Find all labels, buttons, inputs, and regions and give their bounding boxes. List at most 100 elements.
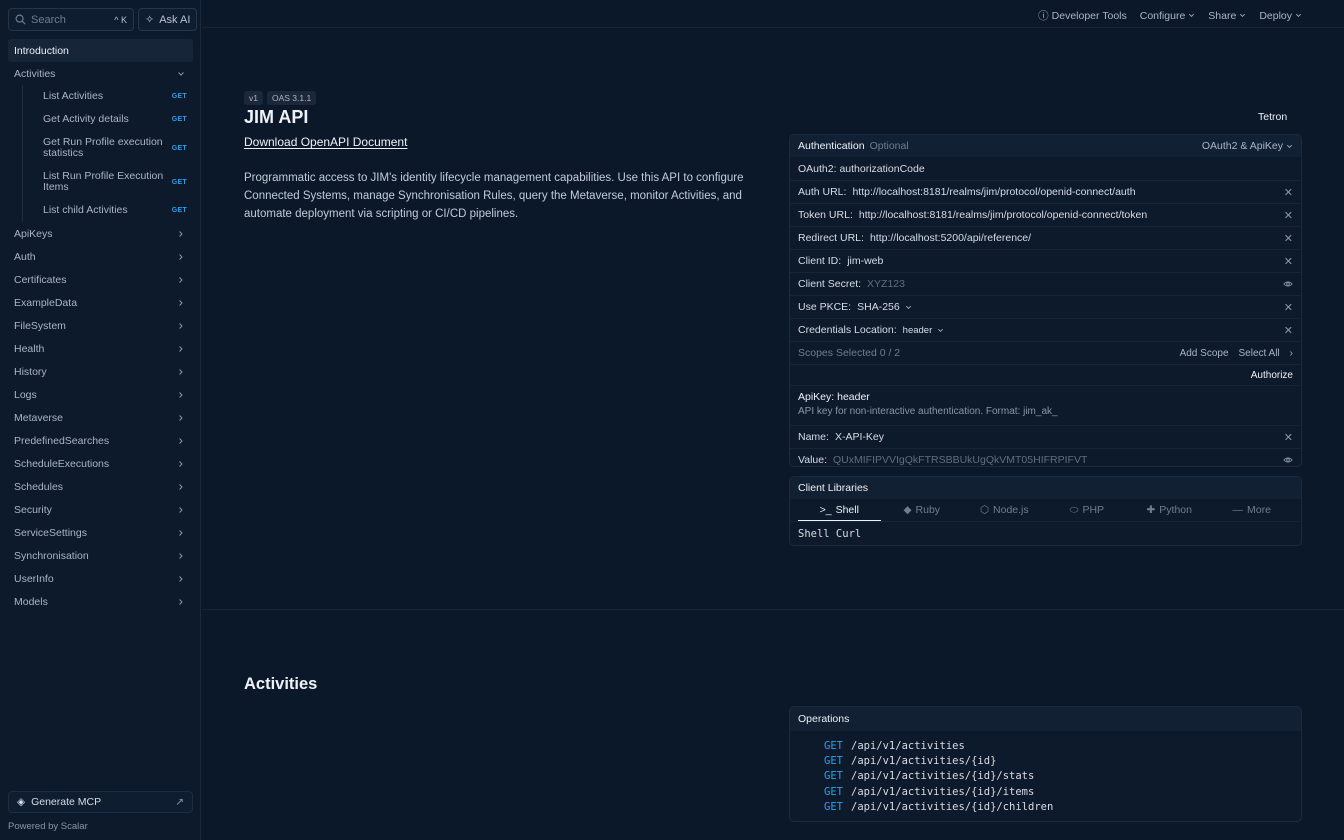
operation-link[interactable]: GET /api/v1/activities/{id}/stats: [824, 770, 1301, 785]
sidebar-subitem-label: List Run Profile Execution Items: [43, 170, 164, 193]
sidebar-item-label: ServiceSettings: [14, 526, 87, 539]
sidebar-item-metaverse[interactable]: Metaverse: [8, 406, 193, 429]
operations-list: GET /api/v1/activities GET /api/v1/activ…: [790, 731, 1301, 816]
chevron-right-icon[interactable]: ›: [1290, 348, 1293, 359]
server-selector[interactable]: Tetron: [1258, 111, 1287, 123]
sidebar-subitem-list-activities[interactable]: List Activities GET: [22, 85, 193, 108]
authorize-button[interactable]: Authorize: [1251, 370, 1293, 381]
tab-php[interactable]: ⬭ PHP: [1046, 499, 1129, 521]
scopes-row[interactable]: Scopes Selected 0 / 2 Add Scope Select A…: [790, 341, 1301, 364]
clear-icon[interactable]: ✕: [1284, 431, 1293, 444]
credentials-location-select[interactable]: header: [903, 325, 945, 336]
authorize-row: Authorize: [790, 364, 1301, 385]
sidebar-item-label: Logs: [14, 388, 37, 401]
sidebar-subitem-label: Get Run Profile execution statistics: [43, 136, 163, 159]
sidebar-subitem-list-child-activities[interactable]: List child Activities GET: [22, 199, 193, 222]
sidebar-item-userinfo[interactable]: UserInfo: [8, 567, 193, 590]
search-row: Search ^ K ✧ Ask AI: [8, 8, 198, 31]
credentials-location-label: Credentials Location:: [798, 324, 897, 336]
sidebar-item-filesystem[interactable]: FileSystem: [8, 314, 193, 337]
sidebar-item-security[interactable]: Security: [8, 498, 193, 521]
sidebar-subitem-run-profile-items[interactable]: List Run Profile Execution Items GET: [22, 165, 193, 199]
method-badge: GET: [171, 207, 187, 214]
operation-link[interactable]: GET /api/v1/activities/{id}/children: [824, 801, 1301, 816]
tab-more[interactable]: — More: [1211, 499, 1294, 521]
deploy-label: Deploy: [1259, 9, 1292, 22]
chevron-right-icon: [179, 322, 183, 329]
tab-python[interactable]: ✚ Python: [1128, 499, 1211, 521]
client-id-field[interactable]: Client ID: jim-web ✕: [790, 249, 1301, 272]
share-label: Share: [1208, 9, 1237, 22]
sidebar-item-apikeys[interactable]: ApiKeys: [8, 222, 193, 245]
apikey-value-field[interactable]: Value: QUxMIFIPVVIgQkFTRSBBUkUgQkVMT05HI…: [790, 448, 1301, 466]
tab-nodejs[interactable]: ⬡ Node.js: [963, 499, 1046, 521]
sidebar-item-certificates[interactable]: Certificates: [8, 268, 193, 291]
select-all-button[interactable]: Select All: [1239, 348, 1280, 359]
client-secret-field[interactable]: Client Secret: XYZ123: [790, 272, 1301, 295]
sidebar-item-auth[interactable]: Auth: [8, 245, 193, 268]
generate-mcp-button[interactable]: ◈ Generate MCP ↗: [8, 791, 193, 813]
clear-icon[interactable]: ✕: [1284, 255, 1293, 268]
pkce-select[interactable]: SHA-256: [857, 301, 912, 313]
intro-description: Programmatic access to JIM's identity li…: [244, 172, 744, 220]
page-title: JIM API: [244, 107, 309, 127]
download-openapi-link[interactable]: Download OpenAPI Document: [244, 135, 407, 149]
sidebar-item-logs[interactable]: Logs: [8, 383, 193, 406]
terminal-icon: >_: [819, 503, 832, 516]
clear-icon[interactable]: ✕: [1284, 324, 1293, 337]
sidebar-item-servicesettings[interactable]: ServiceSettings: [8, 521, 193, 544]
share-dropdown[interactable]: Share: [1208, 8, 1246, 23]
sidebar-item-history[interactable]: History: [8, 360, 193, 383]
sidebar-subitem-run-profile-stats[interactable]: Get Run Profile execution statistics GET: [22, 131, 193, 165]
deploy-dropdown[interactable]: Deploy: [1259, 8, 1302, 23]
search-shortcut: ^ K: [114, 14, 127, 25]
sidebar-item-activities[interactable]: Activities: [8, 62, 193, 85]
clear-icon[interactable]: ✕: [1284, 209, 1293, 222]
sidebar-item-predefinedsearches[interactable]: PredefinedSearches: [8, 429, 193, 452]
chevron-right-icon: [179, 276, 183, 283]
apikey-name-field[interactable]: Name: X-API-Key ✕: [790, 425, 1301, 448]
tab-shell[interactable]: >_ Shell: [798, 499, 881, 521]
sidebar-item-label: ScheduleExecutions: [14, 457, 110, 470]
sidebar-item-exampledata[interactable]: ExampleData: [8, 291, 193, 314]
operation-link[interactable]: GET /api/v1/activities/{id}/items: [824, 786, 1301, 801]
auth-scheme-select[interactable]: OAuth2 & ApiKey: [1202, 140, 1293, 152]
clear-icon[interactable]: ✕: [1284, 232, 1293, 245]
chevron-right-icon: [179, 483, 183, 490]
operation-link[interactable]: GET /api/v1/activities: [824, 740, 1301, 755]
token-url-field[interactable]: Token URL: http://localhost:8181/realms/…: [790, 203, 1301, 226]
clear-icon[interactable]: ✕: [1284, 301, 1293, 314]
configure-dropdown[interactable]: Configure: [1140, 8, 1196, 23]
ask-ai-button[interactable]: ✧ Ask AI: [138, 8, 198, 31]
credentials-location-field[interactable]: Credentials Location: header ✕: [790, 318, 1301, 341]
developer-tools-label: Developer Tools: [1051, 9, 1127, 22]
version-badge: v1: [244, 91, 263, 105]
info-icon: ⓘ: [1038, 10, 1049, 22]
powered-by-link[interactable]: Powered by Scalar: [8, 821, 88, 832]
sidebar-item-label: ExampleData: [14, 296, 78, 309]
operation-method: GET: [824, 800, 843, 813]
sidebar-item-schedules[interactable]: Schedules: [8, 475, 193, 498]
auth-url-field[interactable]: Auth URL: http://localhost:8181/realms/j…: [790, 180, 1301, 203]
eye-icon[interactable]: [1283, 279, 1293, 289]
add-scope-button[interactable]: Add Scope: [1180, 348, 1229, 359]
operation-link[interactable]: GET /api/v1/activities/{id}: [824, 755, 1301, 770]
developer-tools-button[interactable]: ⓘ Developer Tools: [1038, 8, 1127, 23]
sidebar-item-models[interactable]: Models: [8, 590, 193, 613]
tab-ruby[interactable]: ◆ Ruby: [881, 499, 964, 521]
ruby-icon: ◆: [903, 504, 912, 516]
sidebar-item-scheduleexecutions[interactable]: ScheduleExecutions: [8, 452, 193, 475]
redirect-url-field[interactable]: Redirect URL: http://localhost:5200/api/…: [790, 226, 1301, 249]
sidebar-subitem-get-activity-details[interactable]: Get Activity details GET: [22, 108, 193, 131]
sidebar-item-introduction[interactable]: Introduction: [8, 39, 193, 62]
sidebar-item-synchronisation[interactable]: Synchronisation: [8, 544, 193, 567]
eye-icon[interactable]: [1283, 455, 1293, 465]
sidebar-item-health[interactable]: Health: [8, 337, 193, 360]
operations-card: Operations GET /api/v1/activities GET /a…: [789, 706, 1302, 822]
nodejs-icon: ⬡: [979, 504, 990, 516]
search-input[interactable]: Search ^ K: [8, 8, 134, 31]
client-variant-select[interactable]: Shell Curl: [790, 522, 1301, 545]
pkce-field[interactable]: Use PKCE: SHA-256 ✕: [790, 295, 1301, 318]
clear-icon[interactable]: ✕: [1284, 186, 1293, 199]
chevron-right-icon: [179, 598, 183, 605]
